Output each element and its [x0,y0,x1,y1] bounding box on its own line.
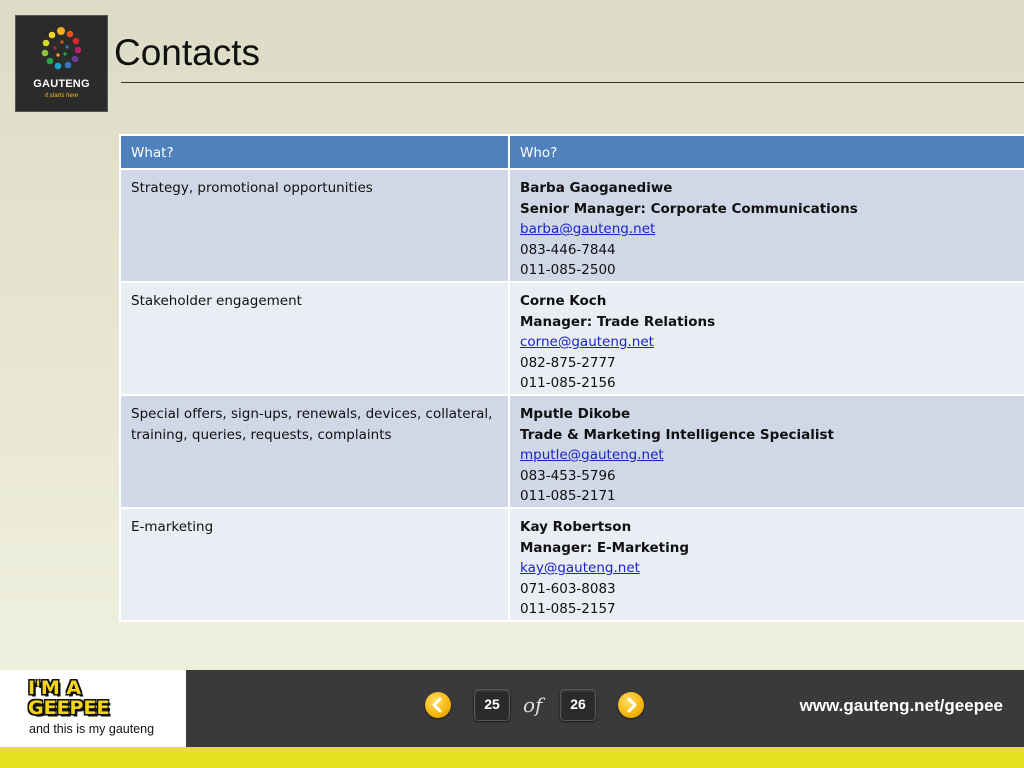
contact-phone: 071-603-8083 [520,580,616,597]
contact-role: Manager: E-Marketing [520,539,689,556]
logo-wordmark: GAUTENG [33,78,90,90]
contact-phone: 011-085-2171 [520,488,616,504]
contact-phone: 082-875-2777 [520,354,616,371]
chevron-left-icon [432,697,442,713]
what-cell: E-marketing [119,507,510,622]
contact-phone: 011-085-2500 [520,262,616,278]
contact-role: Trade & Marketing Intelligence Specialis… [520,426,834,443]
geepee-logo: I'M A GEEPEE and this is my gauteng [0,670,186,747]
table-row: E-marketing Kay Robertson Manager: E-Mar… [119,507,1024,622]
what-cell: Special offers, sign-ups, renewals, devi… [119,394,510,509]
logo-tagline: it starts here [44,93,78,99]
contact-phone: 083-446-7844 [520,241,616,258]
contact-phone: 011-085-2156 [520,375,616,391]
next-page-button[interactable] [618,692,644,718]
total-pages: 26 [560,689,596,721]
header-what: What? [119,134,510,170]
title-divider [121,82,1024,83]
table-row: Stakeholder engagement Corne Koch Manage… [119,281,1024,396]
what-cell: Strategy, promotional opportunities [119,168,510,283]
table-header-row: What? Who? [119,134,1024,170]
contact-phone: 011-085-2157 [520,601,616,617]
contact-name: Kay Robertson [520,519,632,535]
who-cell: Barba Gaoganediwe Senior Manager: Corpor… [508,168,1024,283]
contact-email-link[interactable]: kay@gauteng.net [520,558,1014,579]
page-of-label: of [523,693,543,717]
chevron-right-icon [627,697,637,713]
table-row: Special offers, sign-ups, renewals, devi… [119,394,1024,509]
prev-page-button[interactable] [425,692,451,718]
who-cell: Kay Robertson Manager: E-Marketing kay@g… [508,507,1024,622]
contact-name: Barba Gaoganediwe [520,180,673,196]
who-cell: Corne Koch Manager: Trade Relations corn… [508,281,1024,396]
contact-role: Manager: Trade Relations [520,313,716,330]
current-page: 25 [474,689,510,721]
gauteng-logo: GAUTENG it starts here [16,16,107,111]
header-who: Who? [508,134,1024,170]
table-row: Strategy, promotional opportunities Barb… [119,168,1024,283]
contacts-table: What? Who? Strategy, promotional opportu… [119,134,1024,622]
contact-name: Mputle Dikobe [520,406,631,422]
contact-role: Senior Manager: Corporate Communications [520,200,858,217]
contact-email-link[interactable]: barba@gauteng.net [520,219,1014,240]
contact-email-link[interactable]: mputle@gauteng.net [520,445,1014,466]
contact-phone: 083-453-5796 [520,467,616,484]
bottom-accent-bar [0,747,1024,768]
who-cell: Mputle Dikobe Trade & Marketing Intellig… [508,394,1024,509]
what-cell: Stakeholder engagement [119,281,510,396]
website-link[interactable]: www.gauteng.net/geepee [800,696,1003,716]
contact-email-link[interactable]: corne@gauteng.net [520,332,1014,353]
footer-bar: I'M A GEEPEE and this is my gauteng 25 o… [0,670,1024,747]
contact-name: Corne Koch [520,293,607,309]
brand-subline: and this is my gauteng [29,722,155,736]
page-title: Contacts [114,32,261,73]
brand-line2: GEEPEE [28,697,110,719]
brand-line1: I'M A [28,677,82,699]
